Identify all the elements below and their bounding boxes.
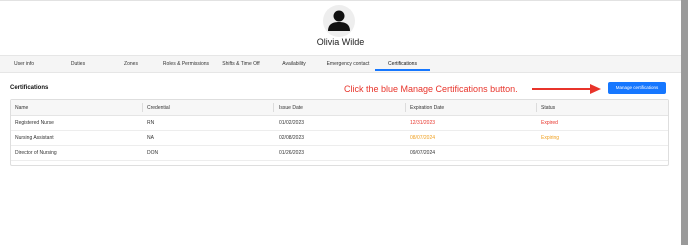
cell-issue-date: 01/02/2023 <box>279 120 305 126</box>
tab-availability[interactable]: Availability <box>270 56 318 72</box>
manage-certifications-button[interactable]: Manage certifications <box>608 82 666 94</box>
column-divider <box>273 103 274 112</box>
table-row[interactable]: Registered Nurse RN 01/02/2023 12/31/202… <box>11 116 668 131</box>
window-edge <box>681 0 688 245</box>
tab-zones[interactable]: Zones <box>107 56 155 72</box>
column-header-status[interactable]: Status <box>541 105 555 111</box>
tab-bar: User info Duties Zones Roles & Permissio… <box>0 55 681 73</box>
table-row[interactable]: Director of Nursing DON 01/26/2023 09/07… <box>11 146 668 161</box>
tab-shifts-time-off[interactable]: Shifts & Time Off <box>216 56 266 72</box>
table-row[interactable]: Nursing Assistant NA 02/08/2023 08/07/20… <box>11 131 668 146</box>
column-header-credential[interactable]: Credential <box>147 105 170 111</box>
column-divider <box>142 103 143 112</box>
certifications-table: Name Credential Issue Date Expiration Da… <box>10 99 669 166</box>
section-title: Certifications <box>10 85 49 91</box>
column-header-expiration-date[interactable]: Expiration Date <box>410 105 444 111</box>
cell-credential: RN <box>147 120 155 126</box>
column-divider <box>405 103 406 112</box>
cell-name: Registered Nurse <box>15 120 54 126</box>
user-name: Olivia Wilde <box>316 37 365 47</box>
column-divider <box>536 103 537 112</box>
column-header-name[interactable]: Name <box>15 105 28 111</box>
cell-issue-date: 02/08/2023 <box>279 135 305 141</box>
cell-name: Nursing Assistant <box>15 135 54 141</box>
tab-user-info[interactable]: User info <box>0 56 48 72</box>
instruction-annotation: Click the blue Manage Certifications but… <box>344 84 518 94</box>
person-icon <box>328 10 350 31</box>
tab-roles-permissions[interactable]: Roles & Permissions <box>158 56 214 72</box>
cell-credential: DON <box>147 150 159 156</box>
tab-duties[interactable]: Duties <box>52 56 104 72</box>
cell-credential: NA <box>147 135 154 141</box>
user-avatar <box>323 5 355 37</box>
cell-expiration-date: 09/07/2024 <box>410 150 436 156</box>
tab-emergency-contact[interactable]: Emergency contact <box>320 56 376 72</box>
status-badge: Expired <box>541 120 558 126</box>
column-header-issue-date[interactable]: Issue Date <box>279 105 303 111</box>
active-tab-indicator <box>375 69 430 71</box>
app-window: Olivia Wilde User info Duties Zones Role… <box>0 0 681 246</box>
cell-expiration-date: 08/07/2024 <box>410 135 436 141</box>
status-badge: Expiring <box>541 135 560 141</box>
cell-expiration-date: 12/31/2023 <box>410 120 436 126</box>
cell-issue-date: 01/26/2023 <box>279 150 305 156</box>
table-header: Name Credential Issue Date Expiration Da… <box>11 100 668 116</box>
cell-name: Director of Nursing <box>15 150 57 156</box>
arrow-right-icon <box>532 84 601 94</box>
